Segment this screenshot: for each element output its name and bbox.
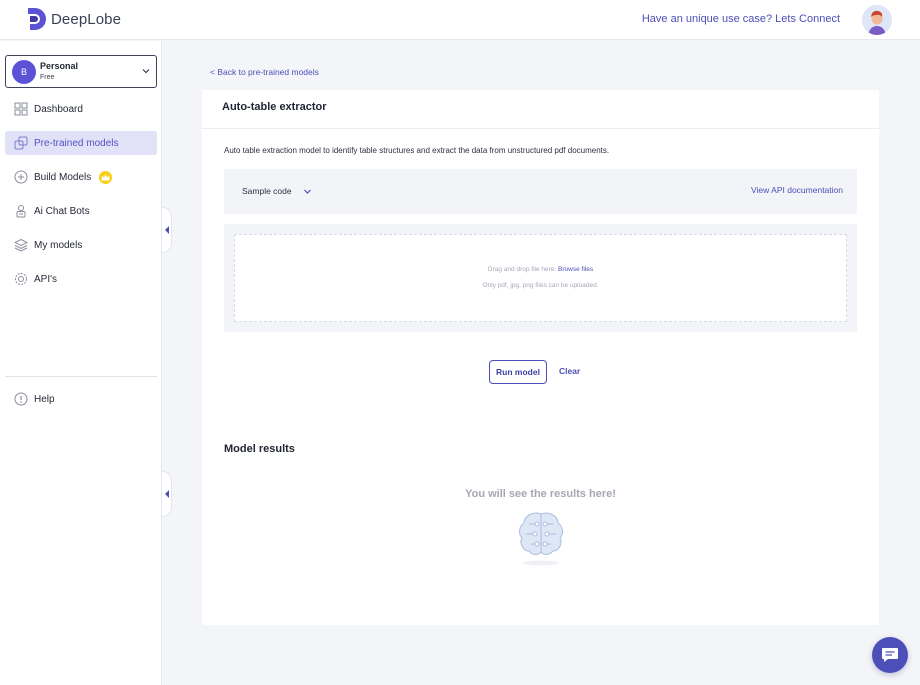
sidebar-item-help[interactable]: Help [5, 387, 157, 411]
sidebar-item-dashboard[interactable]: Dashboard [5, 97, 157, 121]
sidebar-item-pre-trained-models[interactable]: Pre-trained models [5, 131, 157, 155]
sidebar-item-label: Pre-trained models [34, 137, 119, 149]
divider [202, 128, 879, 129]
sidebar-item-label: Build Models [34, 171, 92, 183]
dropzone-instructions: Drag and drop file here. Browse files [235, 266, 846, 273]
sidebar-item-label: Dashboard [34, 103, 83, 115]
sidebar-item-label: My models [34, 239, 83, 251]
clear-button[interactable]: Clear [559, 366, 580, 376]
sidebar-item-build-models[interactable]: Build Models [5, 165, 157, 189]
sidebar-nav: Dashboard Pre-trained models Build Model… [5, 97, 157, 301]
browse-files-link[interactable]: Browse files [558, 266, 593, 273]
sidebar-item-label: Ai Chat Bots [34, 205, 90, 217]
sidebar-item-label: Help [34, 393, 55, 405]
bot-icon [16, 205, 26, 218]
sidebar-collapse-toggle[interactable] [162, 207, 172, 253]
sidebar-help: Help [5, 387, 157, 421]
connect-link[interactable]: Have an unique use case? Lets Connect [642, 13, 840, 25]
upload-area: Drag and drop file here. Browse files On… [224, 224, 857, 332]
grid-icon [14, 102, 28, 116]
plus-circle-icon [14, 170, 28, 184]
account-plan: Free [40, 74, 55, 81]
file-dropzone[interactable]: Drag and drop file here. Browse files On… [234, 234, 847, 322]
collapse-arrow-icon [164, 490, 169, 498]
user-avatar[interactable] [862, 5, 892, 35]
sidebar: B Personal Free Dashboard Pre-trained mo… [0, 41, 162, 685]
sidebar-divider [5, 376, 157, 377]
model-card: Auto-table extractor Auto table extracti… [202, 90, 879, 625]
info-circle-icon [14, 392, 28, 406]
sidebar-item-ai-chat-bots[interactable]: Ai Chat Bots [5, 199, 157, 223]
sidebar-item-my-models[interactable]: My models [5, 233, 157, 257]
brain-icon [519, 512, 563, 566]
chevron-down-icon[interactable] [303, 187, 312, 196]
account-switcher[interactable]: B Personal Free [5, 55, 157, 88]
sidebar-collapse-toggle[interactable] [162, 471, 172, 517]
collapse-arrow-icon [164, 226, 169, 234]
back-to-models-link[interactable]: < Back to pre-trained models [210, 67, 319, 77]
sidebar-item-label: API's [34, 273, 58, 285]
logo-text: DeepLobe [51, 10, 122, 28]
deeplobe-logo[interactable]: DeepLobe [26, 6, 121, 32]
sidebar-item-apis[interactable]: API's [5, 267, 157, 291]
results-title: Model results [224, 443, 295, 455]
crown-icon [99, 170, 113, 184]
allowed-formats-text: Only pdf, jpg, png files can be uploaded… [482, 282, 599, 289]
drag-drop-text: Drag and drop file here. [487, 266, 557, 273]
deeplobe-logo-icon [28, 8, 46, 30]
api-gear-icon [15, 273, 27, 285]
account-avatar: B [12, 60, 36, 84]
user-avatar-icon [862, 5, 892, 35]
model-description: Auto table extraction model to identify … [224, 146, 610, 155]
layers-icon [14, 238, 28, 252]
page-title: Auto-table extractor [222, 101, 327, 113]
api-documentation-link[interactable]: View API documentation [751, 185, 843, 195]
chevron-down-icon [142, 69, 150, 74]
top-header: DeepLobe Have an unique use case? Lets C… [0, 0, 920, 40]
account-name: Personal [40, 61, 79, 71]
results-empty-message: You will see the results here! [465, 488, 616, 500]
chat-bubble-icon [882, 648, 898, 662]
sample-code-bar: Sample code View API documentation [224, 169, 857, 214]
chat-widget-button[interactable] [872, 637, 908, 673]
models-icon [14, 136, 28, 150]
sample-code-dropdown[interactable]: Sample code [242, 186, 292, 196]
run-model-button[interactable]: Run model [489, 360, 547, 384]
